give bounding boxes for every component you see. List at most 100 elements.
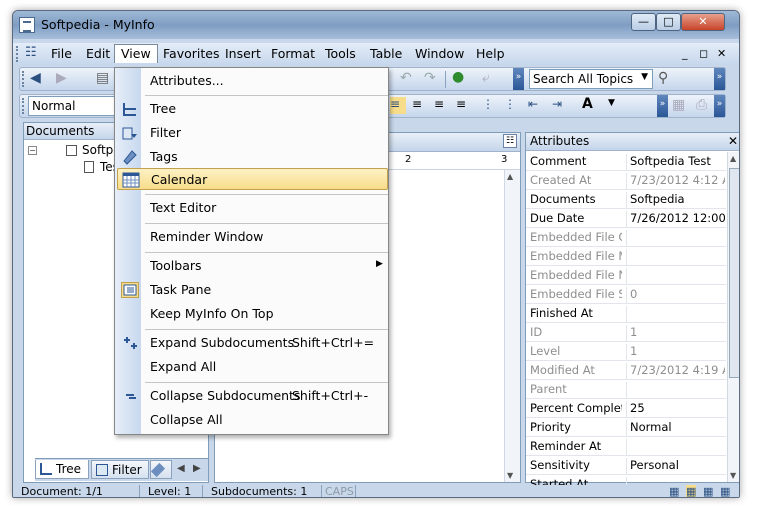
forward-icon[interactable]: ▶ — [56, 70, 67, 86]
menu-item-toolbars[interactable]: Toolbars ▶ — [117, 255, 388, 277]
menu-item-collapse-all[interactable]: Collapse All — [117, 409, 388, 431]
scroll-thumb[interactable] — [729, 168, 739, 378]
back-icon[interactable]: ◀ — [30, 70, 41, 86]
attribute-row[interactable]: Embedded File Si... 0 — [526, 285, 726, 304]
toolbar-grip-2[interactable] — [22, 98, 25, 114]
scroll-up-icon[interactable]: ▲ — [730, 154, 736, 163]
search-icon[interactable]: ⚲ — [658, 70, 668, 86]
menu-item-filter[interactable]: Filter — [117, 122, 388, 144]
attribute-row[interactable]: Level 1 — [526, 342, 726, 361]
tab-tags[interactable] — [150, 460, 172, 479]
menu-item-tags[interactable]: Tags — [117, 146, 388, 168]
font-color-icon[interactable]: A — [582, 96, 593, 112]
toolbar-overflow-chevron-4[interactable]: » — [714, 95, 725, 117]
toolbar-overflow-chevron-3[interactable]: » — [657, 95, 668, 117]
editor-pane-icon[interactable]: ☷ — [503, 134, 517, 148]
justify-icon[interactable]: ≡ — [456, 97, 466, 111]
menu-help[interactable]: Help — [476, 46, 505, 61]
tabs-scroll-right-icon[interactable]: ▶ — [193, 463, 201, 474]
menu-table[interactable]: Table — [370, 46, 402, 61]
outdent-icon[interactable]: ⇤ — [528, 97, 538, 111]
menu-item-collapse-subdocuments[interactable]: Collapse Subdocuments Shift+Ctrl+- — [117, 385, 388, 407]
mdi-restore-button[interactable]: ◻ — [699, 47, 708, 60]
attribute-row[interactable]: Comment Softpedia Test — [526, 152, 726, 171]
menu-item-tree[interactable]: Tree — [117, 98, 388, 120]
close-button[interactable]: ✕ — [681, 13, 725, 31]
menu-insert[interactable]: Insert — [225, 46, 261, 61]
menu-item-reminder-window[interactable]: Reminder Window — [117, 226, 388, 248]
mdi-close-button[interactable]: ✕ — [717, 47, 726, 60]
toolbar-grip[interactable] — [22, 71, 25, 87]
attribute-value[interactable] — [626, 382, 725, 399]
close-icon[interactable]: ✕ — [728, 133, 738, 150]
scroll-up-icon[interactable]: ▲ — [507, 172, 513, 181]
tab-filter[interactable]: Filter — [91, 460, 149, 479]
align-center-icon[interactable]: ≡ — [412, 97, 422, 111]
toolbar-overflow-chevron-2[interactable]: » — [714, 68, 725, 90]
tab-tree[interactable]: Tree — [35, 460, 89, 479]
attribute-value[interactable]: 1 — [626, 325, 725, 342]
attribute-value[interactable] — [626, 249, 725, 266]
menu-edit[interactable]: Edit — [86, 46, 110, 61]
attribute-value[interactable] — [626, 306, 725, 323]
attribute-value[interactable]: 7/26/2012 12:00... — [626, 211, 725, 228]
menu-tools[interactable]: Tools — [325, 46, 356, 61]
menu-item-attributes[interactable]: Attributes... — [117, 70, 388, 92]
attribute-row[interactable]: Sensitivity Personal — [526, 456, 726, 475]
attribute-row[interactable]: Created At 7/23/2012 4:12 AM — [526, 171, 726, 190]
attribute-value[interactable]: Personal — [626, 458, 725, 475]
page-setup-icon[interactable]: ▦ — [672, 97, 685, 113]
print-icon[interactable]: ⎙ — [696, 97, 707, 113]
minimize-button[interactable]: — — [631, 13, 656, 31]
tree-checkbox[interactable] — [66, 145, 77, 156]
attribute-value[interactable]: Softpedia — [626, 192, 725, 209]
attribute-row[interactable]: Finished At — [526, 304, 726, 323]
document-menu-icon[interactable]: ☷ — [25, 45, 37, 60]
attribute-row[interactable]: Embedded File C... — [526, 228, 726, 247]
attribute-value[interactable]: 0 — [626, 287, 725, 304]
attribute-row[interactable]: Modified At 7/23/2012 4:19 AM — [526, 361, 726, 380]
editor-scrollbar[interactable]: ▲ ▼ — [504, 170, 520, 482]
align-right-icon[interactable]: ≡ — [434, 97, 444, 111]
menu-file[interactable]: File — [51, 46, 72, 61]
indent-icon[interactable]: ⇥ — [552, 97, 562, 111]
font-color-dropdown-icon[interactable]: ▼ — [608, 98, 615, 108]
attribute-value[interactable]: 1 — [626, 344, 725, 361]
attribute-value[interactable]: 7/23/2012 4:19 AM — [626, 363, 725, 380]
collapse-toggle-icon[interactable]: − — [28, 146, 37, 155]
globe-icon[interactable]: ● — [452, 69, 464, 85]
title-bar[interactable]: Softpedia - MyInfo — □ ✕ — [13, 11, 739, 39]
bullet-list-icon[interactable]: ⋮ — [504, 97, 516, 111]
layout-view-icon[interactable]: ▦ — [686, 485, 697, 497]
attribute-row[interactable]: Due Date 7/26/2012 12:00... — [526, 209, 726, 228]
redo-icon[interactable]: ↷ — [424, 70, 436, 86]
scroll-down-icon[interactable]: ▼ — [507, 471, 513, 480]
attribute-value[interactable]: 7/23/2012 4:12 AM — [626, 173, 725, 190]
menu-item-task-pane[interactable]: Task Pane — [117, 279, 388, 301]
menu-item-keep-on-top[interactable]: Keep MyInfo On Top — [117, 303, 388, 325]
menu-item-expand-subdocuments[interactable]: Expand Subdocuments Shift+Ctrl+= — [117, 332, 388, 354]
attribute-row[interactable]: Reminder At — [526, 437, 726, 456]
view-mode-icon[interactable]: ▦ — [669, 485, 679, 497]
toolbar-overflow-chevron[interactable]: » — [513, 68, 524, 90]
attribute-value[interactable]: Normal — [626, 420, 725, 437]
mdi-minimize-button[interactable]: _ — [682, 47, 688, 60]
menubar-grip[interactable] — [16, 46, 19, 62]
menu-item-calendar[interactable]: Calendar — [117, 168, 388, 190]
undo-icon[interactable]: ↶ — [400, 70, 412, 86]
menu-view[interactable]: View — [114, 44, 158, 63]
outline-view-icon[interactable]: ▦ — [703, 485, 713, 497]
attribute-row[interactable]: Embedded File N... — [526, 266, 726, 285]
attribute-row[interactable]: Parent — [526, 380, 726, 399]
scroll-down-icon[interactable]: ▼ — [730, 471, 736, 480]
align-left-icon[interactable]: ≡ — [390, 97, 406, 114]
attribute-value[interactable] — [626, 439, 725, 456]
attribute-value[interactable]: 25 — [626, 401, 725, 418]
attribute-value[interactable]: Softpedia Test — [626, 154, 725, 171]
attribute-value[interactable] — [626, 230, 725, 247]
tabs-scroll-left-icon[interactable]: ◀ — [177, 463, 185, 474]
chevron-down-icon[interactable]: ▼ — [641, 72, 648, 82]
menu-favorites[interactable]: Favorites — [163, 46, 219, 61]
menu-item-expand-all[interactable]: Expand All — [117, 356, 388, 378]
arrow-icon[interactable]: ⤶ — [482, 70, 490, 86]
